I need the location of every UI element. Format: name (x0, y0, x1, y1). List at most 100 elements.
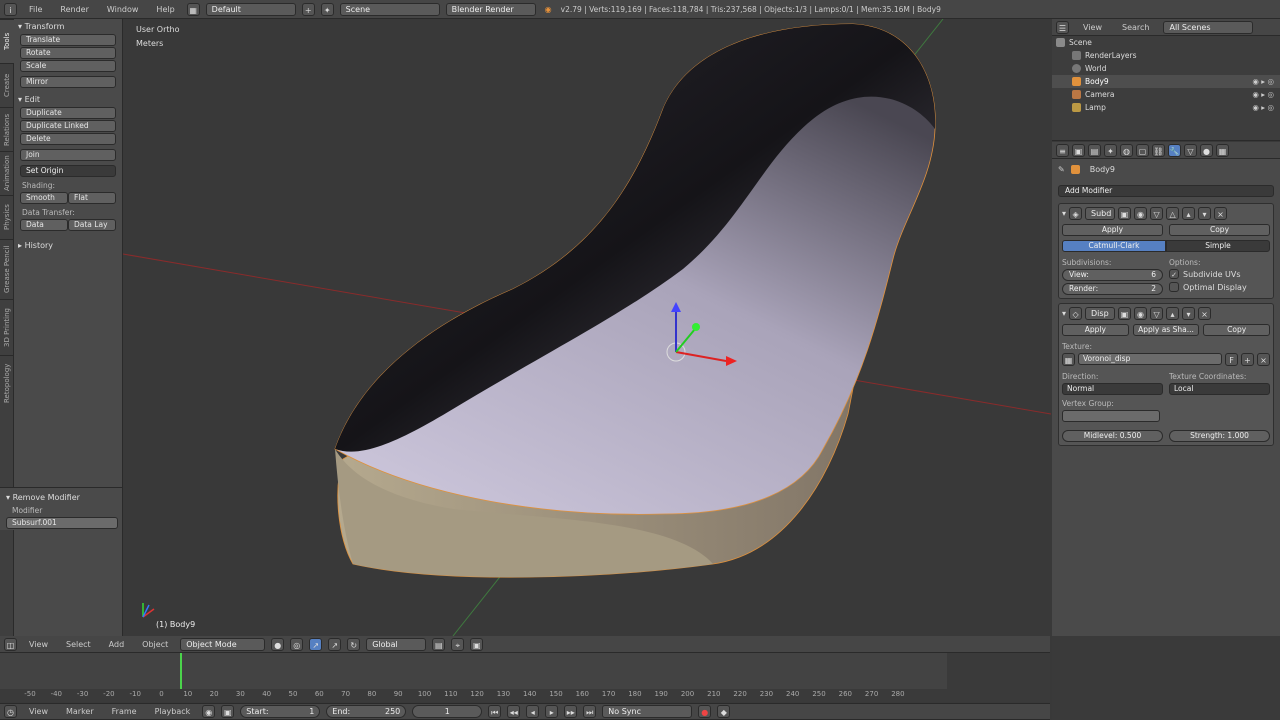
translate-button[interactable]: Translate (20, 34, 116, 46)
tab-3d-printing[interactable]: 3D Printing (0, 299, 14, 355)
jump-start-icon[interactable]: ⏮ (488, 705, 502, 718)
duplicate-linked-button[interactable]: Duplicate Linked (20, 120, 116, 132)
view-levels-field[interactable]: View: 6 (1062, 269, 1163, 281)
timeline-view-menu[interactable]: View (23, 707, 54, 716)
layout-selector[interactable]: Default (205, 2, 296, 16)
smooth-button[interactable]: Smooth (20, 192, 68, 204)
subsurf-name-field[interactable]: Subd (1085, 207, 1116, 220)
viewport-toggle-icon[interactable]: ◉ (1134, 307, 1148, 320)
3d-view-editor-icon[interactable]: ◫ (4, 637, 17, 651)
orientation-selector[interactable]: Global (366, 637, 427, 651)
texture-browse-icon[interactable]: ▦ (1062, 353, 1075, 366)
tab-physics[interactable]: Physics (0, 195, 14, 239)
record-icon[interactable]: ◉ (202, 705, 216, 718)
prev-keyframe-icon[interactable]: ◂◂ (507, 705, 521, 718)
modifier-name-field[interactable]: Subsurf.001 (6, 517, 118, 529)
texture-tab-icon[interactable]: ▦ (1216, 143, 1229, 157)
menu-window[interactable]: Window (101, 5, 145, 14)
catmull-clark-tab[interactable]: Catmull-Clark (1062, 240, 1166, 252)
viewport-canvas[interactable] (123, 19, 1051, 636)
menu-render[interactable]: Render (54, 5, 94, 14)
tab-animation[interactable]: Animation (0, 151, 14, 195)
move-up-icon[interactable]: ▴ (1182, 207, 1196, 220)
subdivide-uvs-option[interactable]: ✓ Subdivide UVs (1169, 269, 1270, 279)
texture-coords-dropdown[interactable]: Local (1169, 383, 1270, 395)
view-menu[interactable]: View (23, 640, 54, 649)
start-frame-field[interactable]: Start: 1 (240, 705, 321, 718)
fake-user-icon[interactable]: F (1225, 353, 1238, 366)
scene-selector[interactable]: Scene (339, 2, 440, 16)
data-button[interactable]: Data (20, 219, 68, 231)
outliner-item-scene[interactable]: Scene (1052, 36, 1280, 49)
next-keyframe-icon[interactable]: ▸▸ (564, 705, 578, 718)
outliner-menu-view[interactable]: View (1077, 23, 1108, 32)
checkbox-unchecked-icon[interactable] (1169, 282, 1179, 292)
vertex-group-field[interactable] (1062, 410, 1160, 422)
transform-header[interactable]: ▾ Transform (18, 22, 120, 31)
render-toggle-icon[interactable]: ▣ (1118, 207, 1132, 220)
duplicate-button[interactable]: Duplicate (20, 107, 116, 119)
sync-mode-selector[interactable]: No Sync (602, 705, 693, 718)
displace-copy-button[interactable]: Copy (1203, 324, 1271, 336)
outliner-item-camera[interactable]: Camera ◉ ▸ ◎ (1052, 88, 1280, 101)
translate-manipulator-icon[interactable]: ↗ (328, 637, 342, 651)
outliner-item-world[interactable]: World (1052, 62, 1280, 75)
texture-field[interactable]: Voronoi_disp (1078, 353, 1222, 365)
optimal-display-option[interactable]: Optimal Display (1169, 282, 1270, 292)
rotate-manipulator-icon[interactable]: ↻ (347, 637, 361, 651)
apply-as-shape-button[interactable]: Apply as Sha... (1132, 324, 1200, 336)
lamp-visibility-icon[interactable]: ◉ ▸ ◎ (1252, 101, 1274, 114)
displace-name-field[interactable]: Disp (1085, 307, 1116, 320)
delete-button[interactable]: Delete (20, 133, 116, 145)
scene-icon[interactable]: ✦ (320, 2, 334, 16)
shading-solid-icon[interactable]: ● (271, 637, 285, 651)
add-menu[interactable]: Add (103, 640, 131, 649)
new-texture-icon[interactable]: + (1241, 353, 1254, 366)
constraints-tab-icon[interactable]: ⛓ (1152, 143, 1165, 157)
manipulator-icon[interactable]: ↗ (309, 637, 323, 651)
body9-mesh[interactable] (334, 23, 936, 578)
menu-help[interactable]: Help (150, 5, 180, 14)
tab-create[interactable]: Create (0, 63, 14, 107)
tab-retopology[interactable]: Retopology (0, 355, 14, 411)
direction-dropdown[interactable]: Normal (1062, 383, 1163, 395)
object-menu[interactable]: Object (136, 640, 174, 649)
data-tab-icon[interactable]: ▽ (1184, 143, 1197, 157)
checkbox-checked-icon[interactable]: ✓ (1169, 269, 1179, 279)
menu-file[interactable]: File (23, 5, 48, 14)
auto-keying-icon[interactable]: ● (698, 705, 712, 718)
world-tab-icon[interactable]: ◍ (1120, 143, 1133, 157)
object-tab-icon[interactable]: ▢ (1136, 143, 1149, 157)
timeline-editor-icon[interactable]: ◷ (4, 705, 17, 718)
add-modifier-dropdown[interactable]: Add Modifier (1058, 185, 1274, 197)
preview-range-icon[interactable]: ▣ (221, 705, 235, 718)
info-editor-icon[interactable]: i (4, 2, 17, 16)
frame-menu[interactable]: Frame (106, 707, 143, 716)
tab-tools[interactable]: Tools (0, 19, 14, 63)
subsurf-apply-button[interactable]: Apply (1062, 224, 1163, 236)
outliner-editor-icon[interactable]: ☰ (1056, 20, 1069, 34)
mode-selector[interactable]: Object Mode (180, 637, 266, 651)
unlink-texture-icon[interactable]: × (1257, 353, 1270, 366)
material-tab-icon[interactable]: ● (1200, 143, 1213, 157)
modifiers-tab-icon[interactable]: 🔧 (1168, 143, 1181, 157)
close-icon[interactable]: × (1214, 207, 1228, 220)
camera-visibility-icon[interactable]: ◉ ▸ ◎ (1252, 88, 1274, 101)
snap-icon[interactable]: ⌖ (451, 637, 465, 651)
outliner-item-renderlayers[interactable]: RenderLayers (1052, 49, 1280, 62)
3d-viewport[interactable]: User Ortho Meters (1) Body9 (123, 19, 1051, 636)
edit-mode-toggle-icon[interactable]: ▽ (1150, 307, 1164, 320)
collapse-arrow-icon[interactable]: ▾ (1062, 309, 1066, 318)
collapse-arrow-icon[interactable]: ▾ (1062, 209, 1066, 218)
timeline[interactable]: -50 -40 -30 -20 -10 0 10 20 30 40 50 60 70 80 90 100 110… (0, 653, 1050, 702)
render-preview-icon[interactable]: ▣ (470, 637, 484, 651)
remove-modifier-header[interactable]: ▾ Remove Modifier (6, 493, 122, 502)
current-frame-field[interactable]: 1 (412, 705, 483, 718)
tab-grease-pencil[interactable]: Grease Pencil (0, 239, 14, 299)
subsurf-copy-button[interactable]: Copy (1169, 224, 1270, 236)
join-button[interactable]: Join (20, 149, 116, 161)
render-engine-selector[interactable]: Blender Render (445, 2, 536, 16)
cage-toggle-icon[interactable]: △ (1166, 207, 1180, 220)
flat-button[interactable]: Flat (68, 192, 116, 204)
edit-mode-toggle-icon[interactable]: ▽ (1150, 207, 1164, 220)
